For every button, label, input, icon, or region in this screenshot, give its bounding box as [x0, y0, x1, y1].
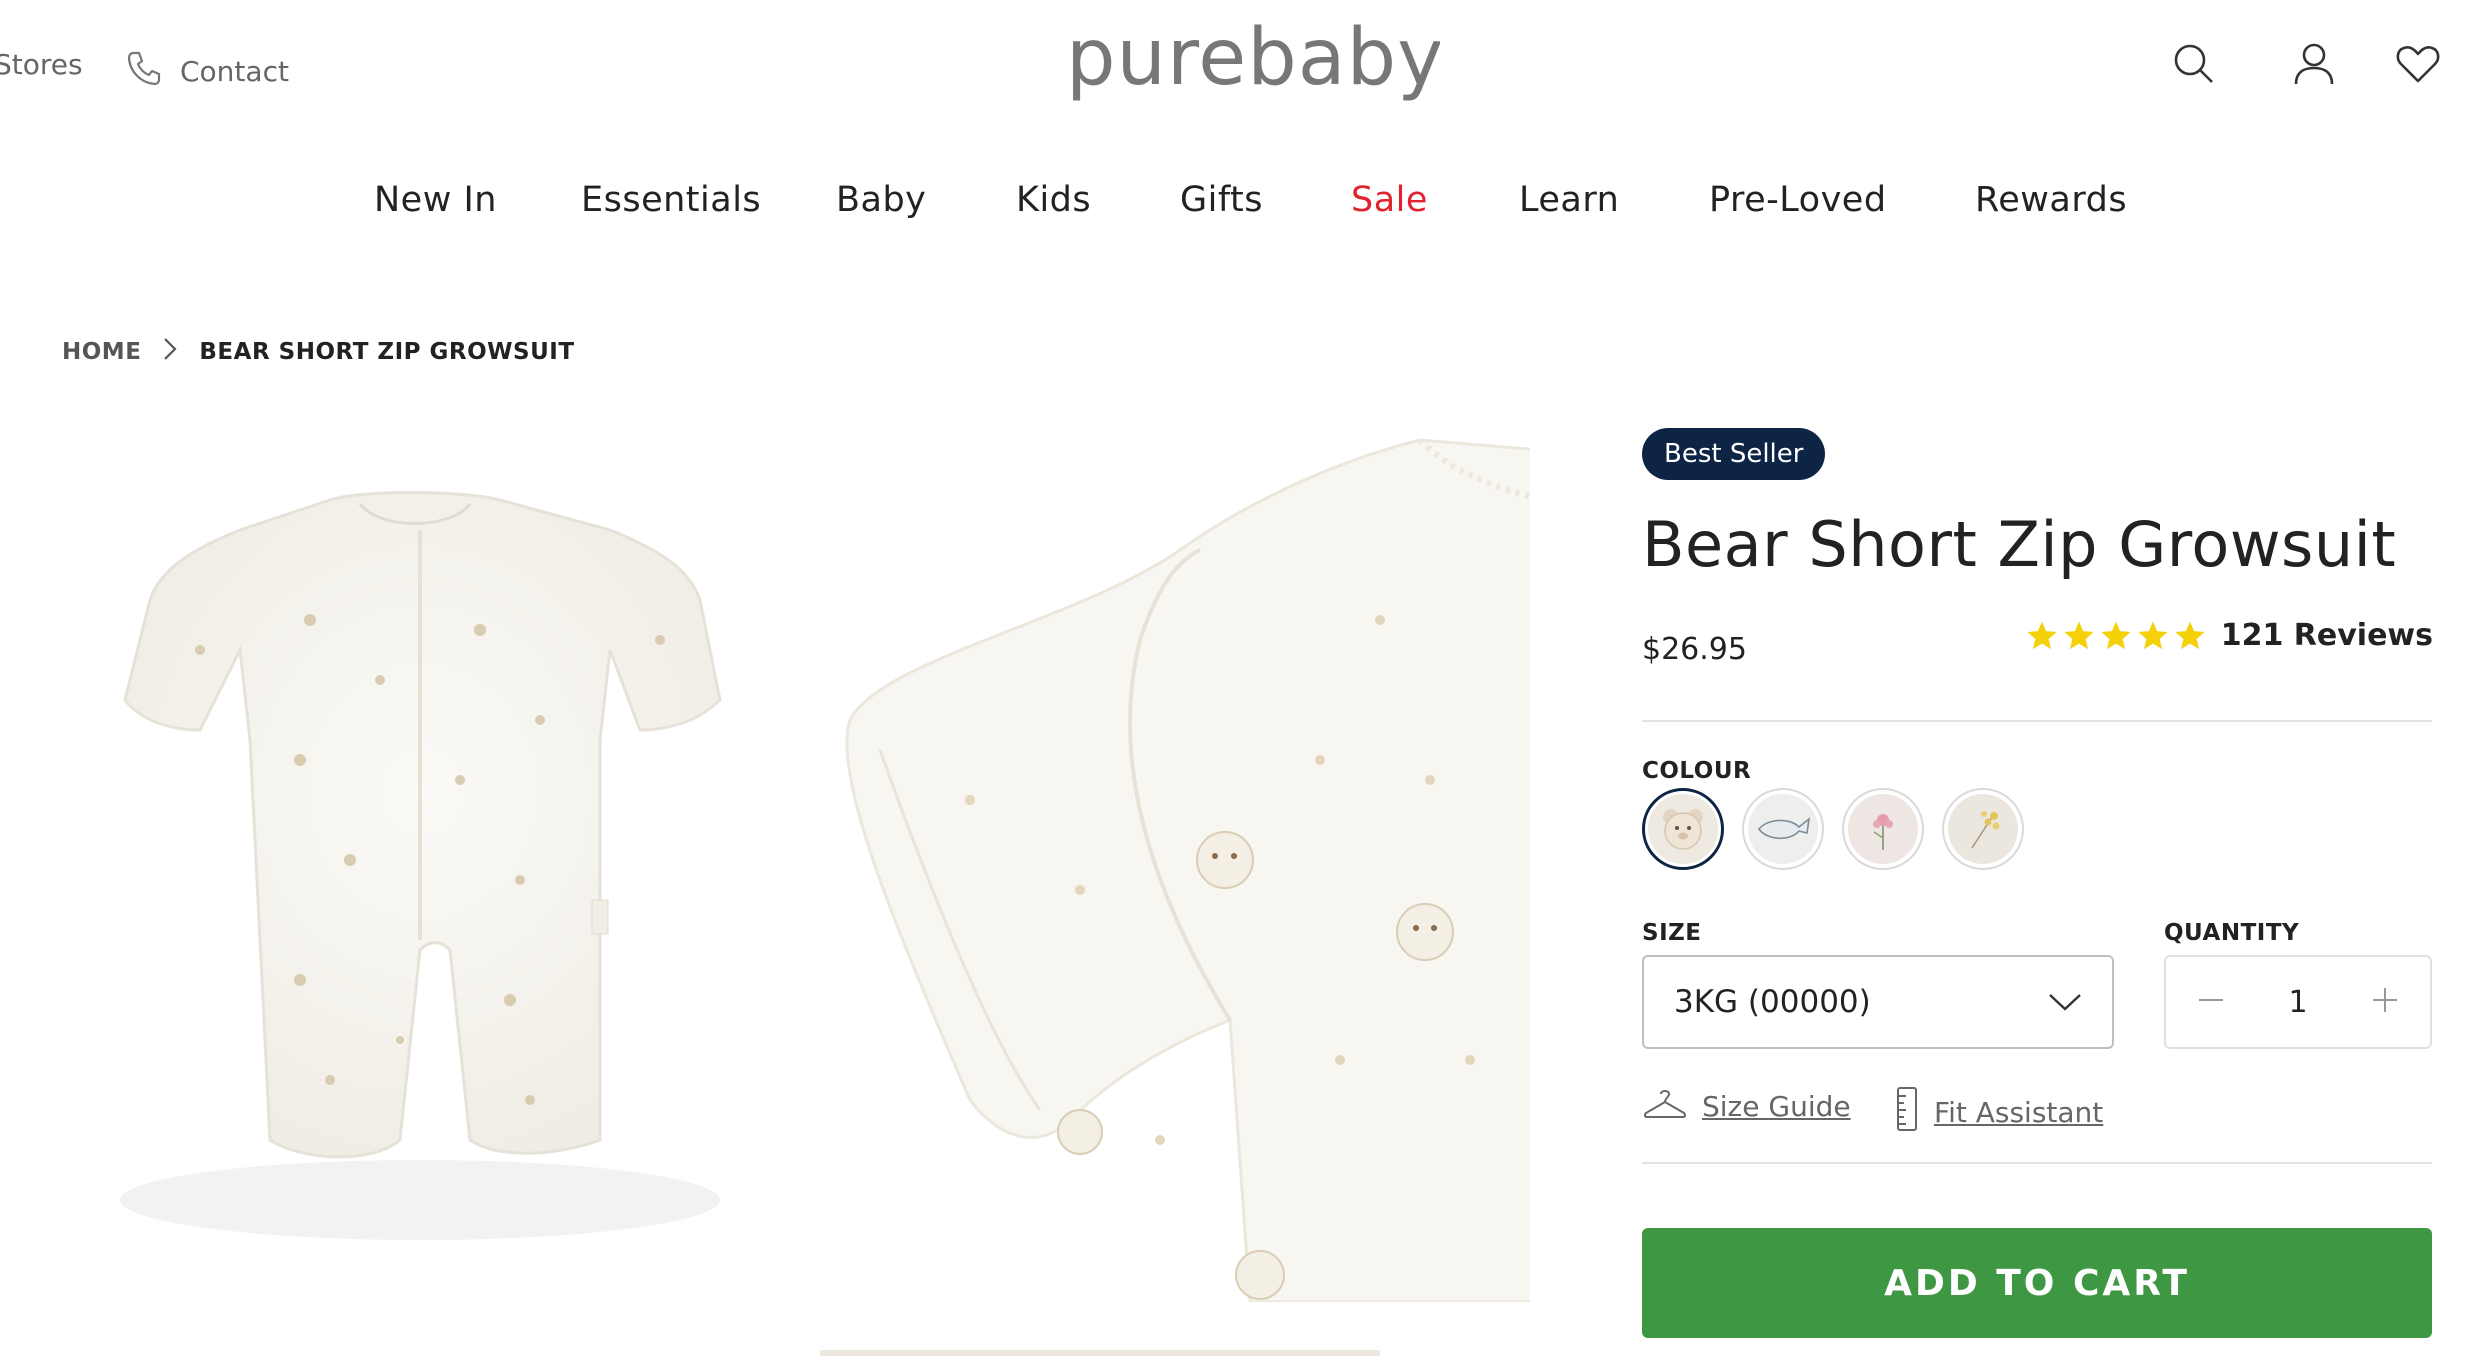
reviews-count[interactable]: 121 Reviews [2221, 618, 2433, 653]
colour-label: COLOUR [1642, 758, 1752, 784]
plus-icon[interactable] [2370, 982, 2400, 1022]
swatch-pink-flower[interactable] [1842, 788, 1924, 870]
ruler-icon [1894, 1086, 1920, 1139]
heart-icon[interactable] [2394, 40, 2442, 88]
product-image-main[interactable] [0, 420, 780, 1270]
nav-item-essentials[interactable]: Essentials [581, 180, 761, 220]
nav-item-gifts[interactable]: Gifts [1180, 180, 1263, 220]
rating-stars [2025, 619, 2207, 653]
divider-bottom [1642, 1162, 2432, 1164]
contact-label: Contact [180, 55, 289, 88]
nav-item-sale[interactable]: Sale [1351, 180, 1428, 220]
swatch-whale[interactable] [1742, 788, 1824, 870]
add-to-cart-button[interactable]: ADD TO CART [1642, 1228, 2432, 1338]
breadcrumb: HOME BEAR SHORT ZIP GROWSUIT [62, 336, 575, 368]
star-icon [2175, 621, 2205, 649]
size-guide-link[interactable]: Size Guide [1642, 1086, 1851, 1127]
size-value: 3KG (00000) [1674, 984, 1871, 1020]
yellow-flower-icon [1948, 794, 2018, 864]
nav-item-pre-loved[interactable]: Pre-Loved [1709, 180, 1887, 220]
swatch-bear[interactable] [1642, 788, 1724, 870]
search-icon[interactable] [2170, 40, 2218, 88]
whale-icon [1748, 794, 1818, 864]
fit-assistant-link[interactable]: Fit Assistant [1894, 1086, 2103, 1139]
product-title: Bear Short Zip Growsuit [1642, 508, 2397, 581]
chevron-down-icon [2048, 984, 2082, 1020]
rating-summary[interactable]: 121 Reviews [2025, 618, 2433, 653]
nav-item-new-in[interactable]: New In [374, 180, 497, 220]
quantity-value[interactable]: 1 [2288, 985, 2307, 1020]
stores-label: Stores [0, 48, 83, 81]
nav-item-learn[interactable]: Learn [1519, 180, 1619, 220]
bear-icon [1648, 794, 1718, 864]
star-icon [2138, 621, 2168, 649]
user-icon[interactable] [2290, 40, 2338, 88]
nav-item-baby[interactable]: Baby [836, 180, 926, 220]
purebaby-logo[interactable]: purebaby [1060, 13, 1443, 122]
nav-item-kids[interactable]: Kids [1016, 180, 1091, 220]
product-image-closeup[interactable] [820, 420, 1530, 1302]
size-label: SIZE [1642, 920, 1702, 946]
chevron-right-icon [161, 336, 179, 368]
hanger-icon [1642, 1086, 1688, 1127]
best-seller-badge: Best Seller [1642, 428, 1826, 480]
contact-link[interactable]: Contact [124, 48, 289, 95]
swatch-yellow-flower[interactable] [1942, 788, 2024, 870]
breadcrumb-home[interactable]: HOME [62, 339, 141, 365]
product-price: $26.95 [1642, 632, 1747, 667]
star-icon [2027, 621, 2057, 649]
minus-icon[interactable] [2196, 982, 2226, 1022]
phone-icon [124, 48, 164, 95]
nav-item-rewards[interactable]: Rewards [1975, 180, 2127, 220]
pink-flower-icon [1848, 794, 1918, 864]
breadcrumb-current: BEAR SHORT ZIP GROWSUIT [199, 339, 575, 365]
quantity-stepper[interactable]: 1 [2164, 955, 2432, 1049]
logo-text: purebaby [1066, 18, 1440, 103]
colour-swatches [1642, 788, 2024, 870]
size-guide-label[interactable]: Size Guide [1702, 1090, 1851, 1123]
divider-top [1642, 720, 2432, 722]
fit-assistant-label[interactable]: Fit Assistant [1934, 1096, 2103, 1129]
star-icon [2064, 621, 2094, 649]
size-select[interactable]: 3KG (00000) [1642, 955, 2114, 1049]
star-icon [2101, 621, 2131, 649]
quantity-label: QUANTITY [2164, 920, 2300, 946]
stores-link[interactable]: Stores [0, 48, 83, 81]
main-nav: New In Essentials Baby Kids Gifts Sale L… [0, 180, 2480, 240]
product-image-thumbnail-next[interactable] [820, 1350, 1380, 1356]
